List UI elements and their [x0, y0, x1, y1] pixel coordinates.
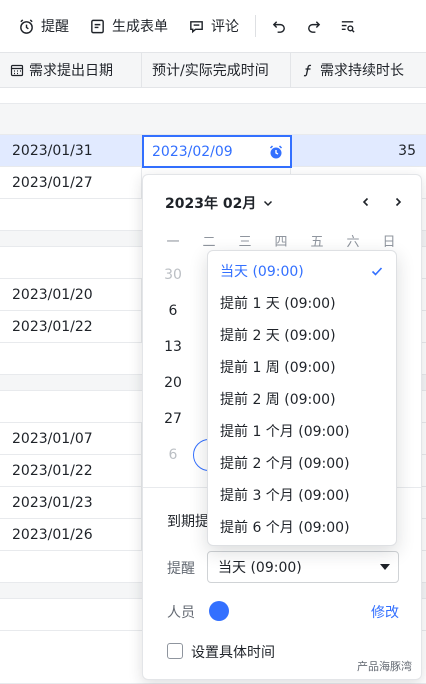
weekday-label: 六 [346, 235, 360, 250]
toolbar-divider [255, 15, 256, 37]
search-list-icon [341, 20, 355, 33]
column-header-completion-time[interactable]: 预计/实际完成时间 [142, 53, 291, 87]
request-date-cell[interactable]: 2023/01/26 [0, 519, 142, 550]
next-month-button[interactable] [387, 191, 409, 213]
menu-item-2-weeks-before[interactable]: 提前 2 周 (09:00) [208, 383, 396, 415]
menu-item-label: 提前 1 周 (09:00) [220, 360, 336, 376]
toolbar: 提醒 生成表单 评论 [0, 0, 426, 52]
request-date-cell[interactable]: 2023/01/22 [0, 455, 142, 486]
specific-time-label[interactable]: 设置具体时间 [191, 642, 275, 662]
chevron-right-icon [395, 197, 402, 207]
redo-icon [307, 20, 320, 33]
reminder-dropdown-menu: 当天 (09:00) 提前 1 天 (09:00) 提前 2 天 (09:00)… [207, 250, 397, 546]
comment-icon [190, 20, 203, 33]
remind-label: 提醒 [41, 19, 69, 35]
person-name-blurred [235, 601, 279, 621]
menu-item-label: 提前 1 天 (09:00) [220, 296, 336, 312]
menu-item-same-day[interactable]: 当天 (09:00) [208, 255, 396, 287]
weekday-label: 二 [202, 235, 216, 250]
menu-item-label: 提前 2 周 (09:00) [220, 392, 336, 408]
chevron-down-icon [264, 200, 273, 207]
menu-item-label: 提前 6 个月 (09:00) [220, 520, 350, 536]
month-label: 2023年 02月 [165, 196, 257, 212]
modify-person-link[interactable]: 修改 [371, 602, 399, 622]
menu-item-label: 提前 3 个月 (09:00) [220, 488, 350, 504]
request-date-cell[interactable]: 2023/01/07 [0, 423, 142, 454]
form-icon [91, 19, 104, 33]
person-field-label: 人员 [167, 605, 195, 621]
request-date-cell[interactable]: 2023/01/23 [0, 487, 142, 518]
calendar-icon [10, 64, 24, 77]
request-date-cell[interactable]: 2023/01/27 [0, 167, 142, 198]
column-header-row: 需求提出日期 预计/实际完成时间 需求持续时长 [0, 52, 426, 88]
generate-form-button[interactable]: 生成表单 [79, 10, 178, 42]
weekday-label: 五 [310, 235, 324, 250]
request-date-cell[interactable]: 2023/01/31 [0, 135, 142, 166]
remind-field-label: 提醒 [167, 561, 195, 577]
menu-item-2-months-before[interactable]: 提前 2 个月 (09:00) [208, 447, 396, 479]
calendar-day[interactable]: 13 [157, 339, 189, 355]
remind-select[interactable]: 当天 (09:00) [207, 551, 399, 583]
menu-item-1-day-before[interactable]: 提前 1 天 (09:00) [208, 287, 396, 319]
menu-item-6-months-before[interactable]: 提前 6 个月 (09:00) [208, 511, 396, 543]
weekday-label: 日 [382, 235, 396, 250]
column-header-label: 需求提出日期 [29, 63, 113, 79]
request-date-cell[interactable]: 2023/01/22 [0, 311, 142, 342]
group-header[interactable] [0, 88, 426, 104]
undo-icon [272, 20, 285, 33]
generate-form-label: 生成表单 [112, 19, 168, 35]
prev-month-button[interactable] [355, 191, 377, 213]
alarm-clock-icon[interactable] [268, 144, 284, 160]
month-selector[interactable]: 2023年 02月 [165, 193, 274, 213]
group-gap [0, 104, 426, 135]
weekday-label: 四 [274, 235, 288, 250]
menu-item-label: 提前 2 天 (09:00) [220, 328, 336, 344]
remind-button[interactable]: 提醒 [8, 10, 79, 42]
check-icon [371, 267, 383, 276]
weekday-label: 一 [166, 235, 180, 250]
request-date-cell[interactable]: 2023/01/20 [0, 279, 142, 310]
duration-cell[interactable]: 35 [291, 135, 426, 166]
column-header-duration[interactable]: 需求持续时长 [291, 53, 426, 87]
menu-item-label: 当天 (09:00) [220, 264, 304, 280]
weekday-label: 三 [238, 235, 252, 250]
column-header-label: 预计/实际完成时间 [152, 63, 269, 79]
redo-button[interactable] [296, 10, 330, 42]
chevron-left-icon [362, 197, 369, 207]
menu-item-2-days-before[interactable]: 提前 2 天 (09:00) [208, 319, 396, 351]
completion-date-value: 2023/02/09 [152, 143, 233, 160]
avatar [209, 601, 229, 621]
comment-label: 评论 [211, 19, 239, 35]
calendar-day[interactable]: 6 [157, 447, 189, 463]
column-header-label: 需求持续时长 [320, 63, 404, 79]
remind-select-value: 当天 (09:00) [218, 560, 302, 576]
caret-down-icon [380, 564, 390, 570]
watermark-text: 产品海豚湾 [357, 660, 412, 673]
menu-item-label: 提前 2 个月 (09:00) [220, 456, 350, 472]
column-header-request-date[interactable]: 需求提出日期 [0, 53, 142, 87]
calendar-day[interactable]: 27 [157, 411, 189, 427]
formula-icon [303, 64, 312, 77]
calendar-day[interactable]: 6 [157, 303, 189, 319]
find-button[interactable] [330, 10, 364, 42]
alarm-clock-icon [20, 18, 33, 34]
menu-item-label: 提前 1 个月 (09:00) [220, 424, 350, 440]
undo-button[interactable] [262, 10, 296, 42]
comment-button[interactable]: 评论 [178, 10, 249, 42]
menu-item-1-month-before[interactable]: 提前 1 个月 (09:00) [208, 415, 396, 447]
calendar-day[interactable]: 20 [157, 375, 189, 391]
completion-date-editor[interactable]: 2023/02/09 [142, 135, 292, 168]
menu-item-3-months-before[interactable]: 提前 3 个月 (09:00) [208, 479, 396, 511]
calendar-day[interactable]: 30 [157, 267, 189, 283]
due-reminder-label: 到期提 [167, 514, 209, 530]
specific-time-checkbox[interactable] [167, 643, 183, 659]
menu-item-1-week-before[interactable]: 提前 1 周 (09:00) [208, 351, 396, 383]
